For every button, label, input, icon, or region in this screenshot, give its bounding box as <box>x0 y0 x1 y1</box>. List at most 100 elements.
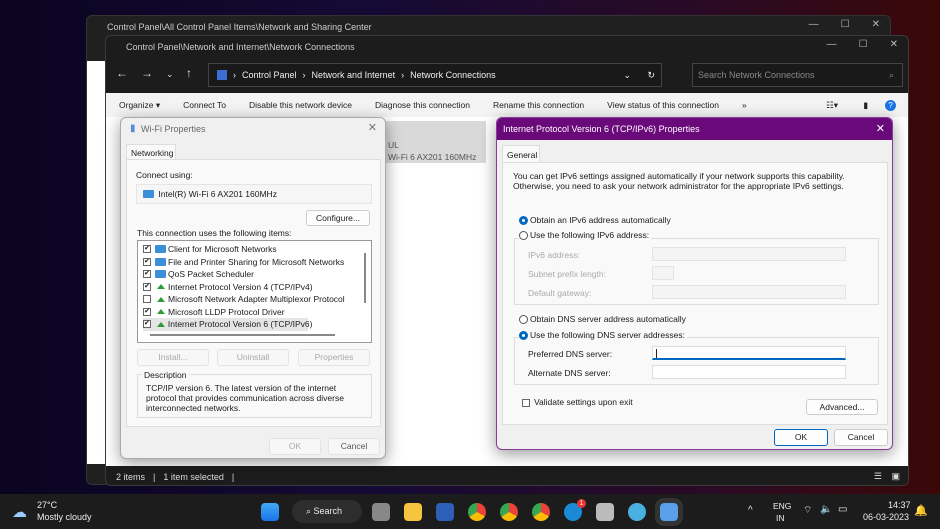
checkbox[interactable]: ✔ <box>143 307 151 316</box>
chrome-icon[interactable] <box>468 503 486 521</box>
search-input[interactable]: Search Network Connections ⌕ <box>692 63 903 87</box>
alternate-dns-input[interactable] <box>652 365 846 379</box>
protocol-icon <box>157 296 165 302</box>
more-button[interactable]: » <box>742 100 747 110</box>
up-icon[interactable]: ↑ <box>186 66 192 80</box>
clock-date[interactable]: 06-03-2023 <box>863 512 909 522</box>
chrome-profile-icon[interactable] <box>532 503 550 521</box>
tab-networking[interactable]: Networking <box>126 144 176 159</box>
list-item[interactable]: ✔ Client for Microsoft Networks <box>143 243 371 256</box>
item-label: QoS Packet Scheduler <box>168 269 254 280</box>
start-icon[interactable] <box>261 503 279 521</box>
list-item[interactable]: ✔ File and Printer Sharing for Microsoft … <box>143 256 371 269</box>
skype-icon[interactable]: 1 <box>564 499 586 521</box>
details-view-icon[interactable]: ☰ <box>874 471 882 482</box>
item-label: Microsoft LLDP Protocol Driver <box>168 306 285 317</box>
close-button[interactable]: ✕ <box>890 39 898 50</box>
control-panel-icon[interactable] <box>655 498 683 526</box>
diagnose-button[interactable]: Diagnose this connection <box>375 100 470 110</box>
list-item[interactable]: Microsoft Network Adapter Multiplexor Pr… <box>143 293 371 306</box>
list-item[interactable]: ✔ Internet Protocol Version 6 (TCP/IPv6) <box>143 318 312 331</box>
organize-button[interactable]: Organize ▾ <box>119 100 160 111</box>
uninstall-button[interactable]: Uninstall <box>217 349 289 366</box>
back-icon[interactable]: ← <box>116 66 128 80</box>
minimize-button[interactable]: — <box>827 39 837 50</box>
configure-button[interactable]: Configure... <box>306 210 370 226</box>
horizontal-scrollbar[interactable] <box>150 334 335 336</box>
checkbox[interactable]: ✔ <box>143 257 151 266</box>
disable-device-button[interactable]: Disable this network device <box>249 100 352 110</box>
volume-icon[interactable]: 🔈 <box>820 504 832 515</box>
tab-general[interactable]: General <box>502 145 540 162</box>
recent-chevron-icon[interactable]: ⌄ <box>166 69 174 80</box>
region[interactable]: IN <box>776 513 785 523</box>
minimize-button[interactable]: — <box>809 19 819 30</box>
checkbox[interactable]: ✔ <box>143 245 151 254</box>
manual-dns-radio[interactable]: Use the following DNS server addresses: <box>519 330 687 341</box>
checkbox[interactable]: ✔ <box>143 270 151 279</box>
clock-time[interactable]: 14:37 <box>888 500 911 510</box>
list-item[interactable]: ✔ Microsoft LLDP Protocol Driver <box>143 306 371 319</box>
language[interactable]: ENG <box>773 501 791 511</box>
wifi-adapter-icon: ▮ <box>130 123 136 134</box>
adapter-field: Intel(R) Wi-Fi 6 AX201 160MHz <box>136 184 372 204</box>
cancel-button[interactable]: Cancel <box>328 438 380 455</box>
breadcrumb-item[interactable]: Control Panel <box>242 70 297 80</box>
breadcrumb-item[interactable]: Network Connections <box>410 70 496 80</box>
checkbox[interactable] <box>143 295 151 304</box>
chevron-up-icon[interactable]: ^ <box>748 505 753 516</box>
vertical-scrollbar[interactable] <box>364 253 366 303</box>
weather-cloud-icon[interactable]: ☁ <box>12 503 27 521</box>
auto-dns-radio[interactable]: Obtain DNS server address automatically <box>519 314 686 325</box>
item-label: File and Printer Sharing for Microsoft N… <box>168 256 345 267</box>
wifi-connection-item[interactable]: UL Wi-Fi 6 AX201 160MHz <box>386 121 486 163</box>
manual-ipv6-radio[interactable]: Use the following IPv6 address: <box>519 230 652 241</box>
refresh-icon[interactable]: ↻ <box>647 70 655 81</box>
notification-icon[interactable]: 🔔 <box>914 504 928 517</box>
wifi-icon[interactable]: ⌔ <box>803 504 812 517</box>
checkbox[interactable]: ✔ <box>143 320 151 329</box>
install-button[interactable]: Install... <box>137 349 209 366</box>
advanced-button[interactable]: Advanced... <box>806 399 878 415</box>
ok-button[interactable]: OK <box>774 429 828 446</box>
properties-button[interactable]: Properties <box>298 349 370 366</box>
preferred-dns-input[interactable] <box>652 346 846 360</box>
breadcrumb-item[interactable]: Network and Internet <box>312 70 396 80</box>
list-item[interactable]: ✔ Internet Protocol Version 4 (TCP/IPv4) <box>143 281 371 294</box>
close-button[interactable]: ✕ <box>368 121 377 134</box>
forward-icon[interactable]: → <box>141 66 153 80</box>
ipv6-address-field[interactable] <box>652 247 846 261</box>
ok-button[interactable]: OK <box>269 438 321 455</box>
maximize-button[interactable]: ☐ <box>859 39 868 50</box>
task-view-icon[interactable] <box>372 503 390 521</box>
view-options-icon[interactable]: ☷▾ <box>826 100 838 111</box>
chrome-profile-icon[interactable] <box>500 503 518 521</box>
connect-to-button[interactable]: Connect To <box>183 100 226 110</box>
help-icon[interactable]: ? <box>885 99 896 111</box>
close-button[interactable]: ✕ <box>872 19 880 30</box>
tiles-view-icon[interactable]: ▣ <box>891 471 900 482</box>
chevron-down-icon[interactable]: ⌄ <box>623 70 631 81</box>
network-tool-icon[interactable] <box>596 503 614 521</box>
maximize-button[interactable]: ☐ <box>841 19 850 30</box>
battery-icon[interactable]: ▭ <box>838 504 847 515</box>
view-status-button[interactable]: View status of this connection <box>607 100 719 110</box>
network-adapter-icon <box>143 190 154 198</box>
cancel-button[interactable]: Cancel <box>834 429 888 446</box>
close-button[interactable]: ✕ <box>876 122 885 135</box>
subnet-prefix-field[interactable] <box>652 266 674 280</box>
rename-button[interactable]: Rename this connection <box>493 100 584 110</box>
file-explorer-icon[interactable] <box>404 503 422 521</box>
default-gateway-field[interactable] <box>652 285 846 299</box>
validate-checkbox[interactable]: Validate settings upon exit <box>522 397 633 407</box>
checkbox[interactable]: ✔ <box>143 282 151 291</box>
paint-icon[interactable] <box>628 503 646 521</box>
list-item[interactable]: ✔ QoS Packet Scheduler <box>143 268 371 281</box>
address-bar[interactable]: › Control Panel › Network and Internet › Ne… <box>208 63 662 87</box>
word-icon[interactable] <box>436 503 454 521</box>
search-button[interactable]: ⌕ Search <box>292 500 362 523</box>
dialog-title: Internet Protocol Version 6 (TCP/IPv6) P… <box>503 124 700 134</box>
auto-ipv6-radio[interactable]: Obtain an IPv6 address automatically <box>519 215 671 226</box>
items-list[interactable]: ✔ Client for Microsoft Networks ✔ File and … <box>137 240 372 343</box>
preview-pane-icon[interactable]: ▮ <box>863 100 868 111</box>
